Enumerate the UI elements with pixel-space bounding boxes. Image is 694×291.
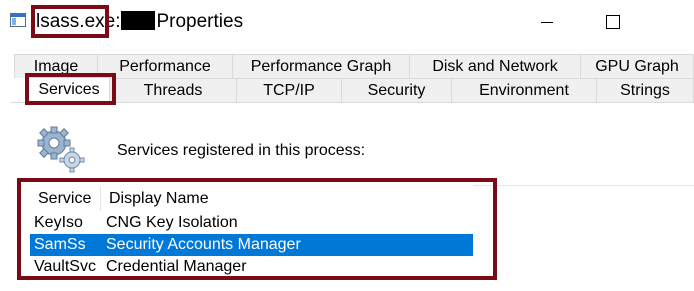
tab-strings[interactable]: Strings	[596, 78, 694, 102]
list-empty-area	[473, 185, 694, 291]
window-title: lsass.exe: Properties	[36, 10, 243, 34]
services-list[interactable]: Service Display Name KeyIso CNG Key Isol…	[30, 185, 473, 281]
list-header: Service Display Name	[30, 185, 473, 213]
service-name: SamSs	[34, 236, 86, 253]
list-item-keyiso[interactable]: KeyIso CNG Key Isolation	[30, 212, 473, 234]
tab-threads[interactable]: Threads	[109, 78, 237, 102]
tab-disk-and-network[interactable]: Disk and Network	[409, 54, 581, 78]
title-properties: Properties	[156, 11, 244, 32]
app-window-icon	[10, 13, 26, 27]
column-header-service[interactable]: Service	[30, 185, 100, 213]
minimize-icon	[541, 22, 553, 23]
list-item-samss[interactable]: SamSs Security Accounts Manager	[30, 234, 473, 256]
tab-environment[interactable]: Environment	[451, 78, 597, 102]
tab-panel-border	[10, 102, 694, 103]
service-display-name: Credential Manager	[106, 258, 247, 275]
tab-gpu-graph[interactable]: GPU Graph	[580, 54, 694, 78]
maximize-button[interactable]	[586, 0, 640, 44]
redacted-pid	[121, 11, 156, 30]
column-header-display-name[interactable]: Display Name	[101, 185, 473, 213]
tab-performance[interactable]: Performance	[97, 54, 233, 78]
title-process-name: lsass.exe:	[36, 11, 121, 32]
maximize-icon	[606, 15, 620, 29]
service-name: VaultSvc	[34, 258, 96, 275]
services-gear-icon	[37, 126, 85, 173]
list-item-vaultsvc[interactable]: VaultSvc Credential Manager	[30, 256, 473, 278]
tab-security[interactable]: Security	[341, 78, 452, 102]
title-bar: lsass.exe: Properties	[0, 0, 694, 44]
tab-tcpip[interactable]: TCP/IP	[236, 78, 342, 102]
minimize-button[interactable]	[520, 0, 574, 44]
services-caption: Services registered in this process:	[117, 142, 366, 159]
tab-strip: Image Performance Performance Graph Disk…	[0, 44, 694, 104]
service-display-name: Security Accounts Manager	[106, 236, 301, 253]
tab-image[interactable]: Image	[14, 54, 98, 78]
tab-services[interactable]: Services	[28, 77, 110, 103]
service-name: KeyIso	[34, 214, 83, 231]
service-display-name: CNG Key Isolation	[106, 214, 238, 231]
tab-performance-graph[interactable]: Performance Graph	[232, 54, 410, 78]
